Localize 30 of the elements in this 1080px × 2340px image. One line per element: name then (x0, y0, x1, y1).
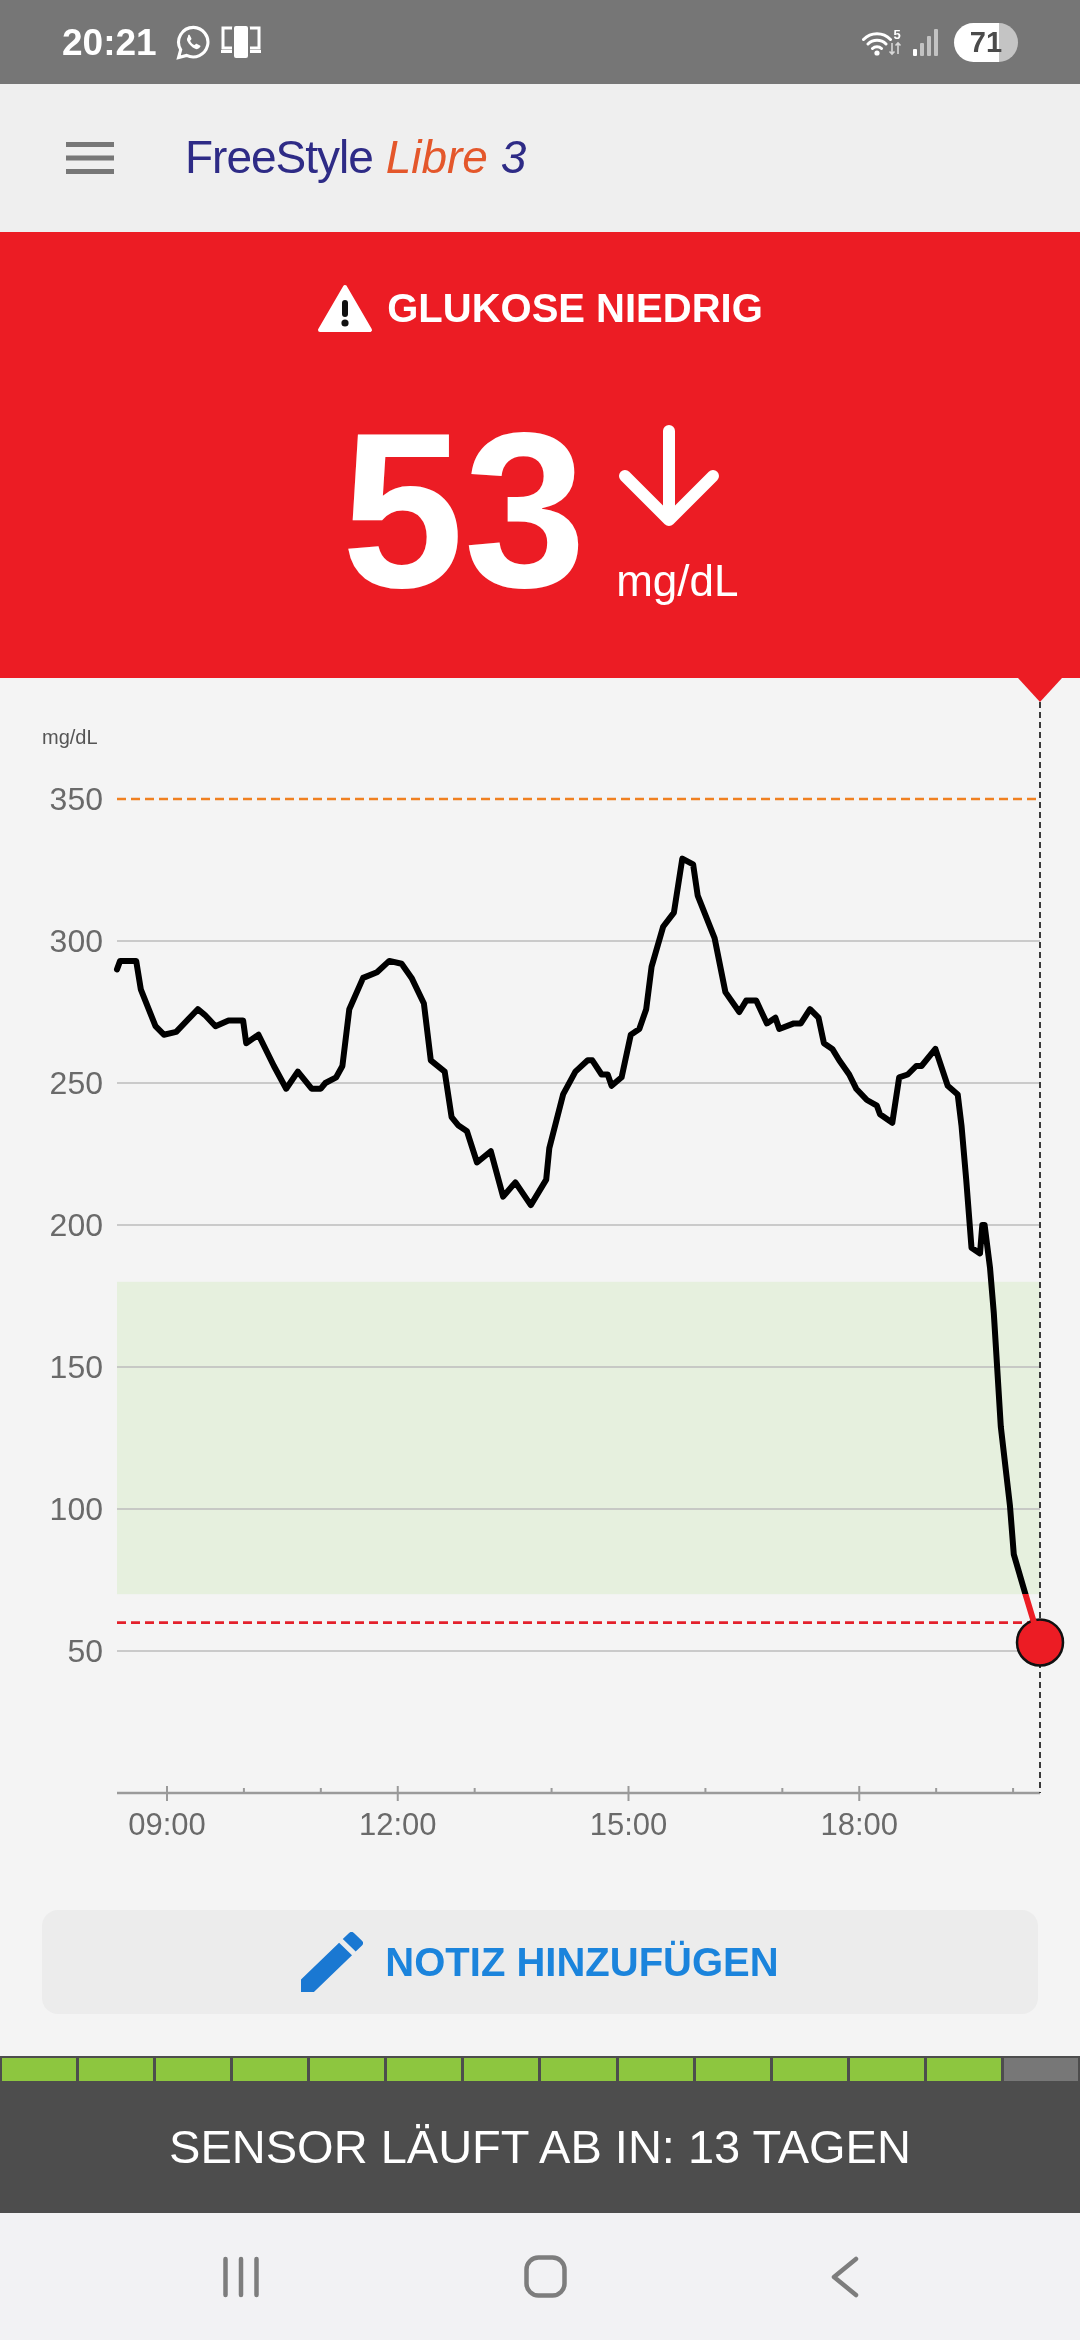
x-axis-label: 12:00 (358, 1807, 437, 1842)
y-axis-label: 150 (49, 1349, 103, 1385)
recents-icon[interactable] (221, 2255, 260, 2298)
unit-label: mg/dL (616, 556, 739, 607)
signal-icon (912, 28, 940, 56)
x-axis-label: 18:00 (820, 1807, 899, 1842)
home-icon[interactable] (523, 2255, 567, 2298)
phone-icon (220, 24, 261, 60)
y-axis-label: 200 (49, 1207, 103, 1243)
app-logo: FreeStyle Libre 3 (185, 130, 527, 186)
clock-time: 20:21 (62, 23, 157, 61)
back-icon[interactable] (830, 2255, 859, 2298)
y-axis-label: 100 (49, 1491, 103, 1527)
y-axis-label: 250 (49, 1065, 103, 1101)
sensor-expiry-text: SENSOR LÄUFT AB IN: 13 TAGEN (169, 2118, 911, 2175)
x-axis-label: 15:00 (589, 1807, 668, 1842)
pencil-icon (301, 1932, 364, 1992)
y-axis-label: 50 (67, 1633, 103, 1669)
x-axis-label: 09:00 (128, 1807, 206, 1842)
current-reading-marker (1015, 1618, 1065, 1667)
y-axis-label: 300 (49, 923, 103, 959)
axis-unit-label: mg/dL (42, 726, 98, 748)
glucose-value: 53 (341, 401, 587, 621)
warning-icon (317, 282, 374, 334)
battery-indicator: 71 (954, 22, 1018, 62)
y-axis-label: 350 (49, 781, 103, 817)
alert-title: GLUKOSE NIEDRIG (387, 285, 763, 332)
menu-icon[interactable] (66, 142, 114, 174)
chat-bubble-icon (174, 23, 212, 61)
add-note-button[interactable]: NOTIZ HINZUFÜGEN (42, 1910, 1038, 2014)
